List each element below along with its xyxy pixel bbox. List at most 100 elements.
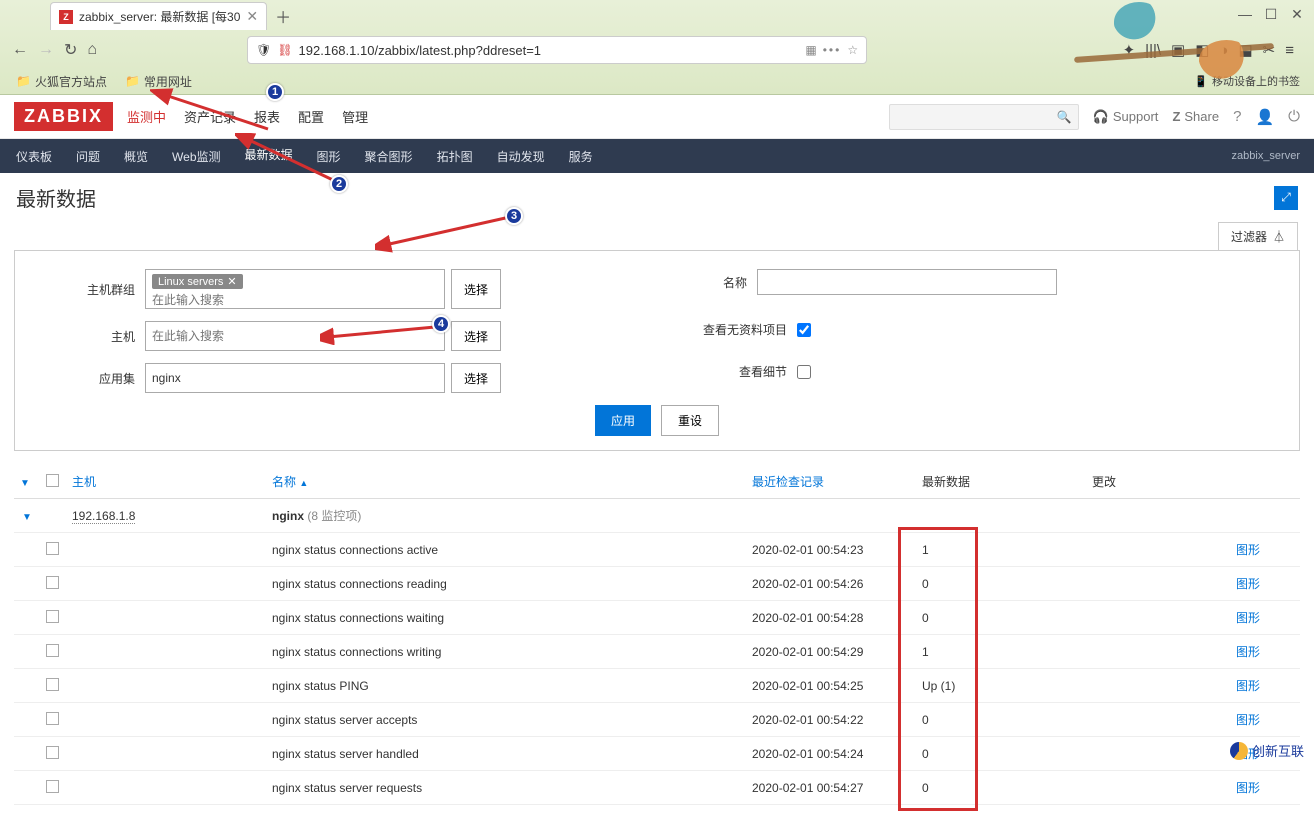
last-check: 2020-02-01 00:54:28 <box>746 601 916 635</box>
row-checkbox[interactable] <box>46 678 59 691</box>
select-all-checkbox[interactable] <box>46 474 59 487</box>
application-input[interactable] <box>145 363 445 393</box>
hosts-select-button[interactable]: 选择 <box>451 321 501 351</box>
bookmark-label: 火狐官方站点 <box>35 73 107 90</box>
nav-monitoring[interactable]: 监测中 <box>127 95 166 138</box>
home-button[interactable]: ⌂ <box>87 41 97 59</box>
subnav-problems[interactable]: 问题 <box>74 138 102 175</box>
item-name: nginx status connections waiting <box>266 601 746 635</box>
table-row: nginx status connections writing2020-02-… <box>14 635 1300 669</box>
search-icon: 🔍 <box>1057 110 1072 124</box>
graph-link[interactable]: 图形 <box>1236 543 1260 557</box>
th-last-check[interactable]: 最近检查记录 <box>752 475 824 489</box>
folder-icon: 📁 <box>125 74 140 88</box>
address-bar[interactable]: 🛡 ⛓ 192.168.1.10/zabbix/latest.php?ddres… <box>247 36 867 64</box>
filter-icon: ⏃ <box>1273 228 1285 245</box>
graph-link[interactable]: 图形 <box>1236 781 1260 795</box>
menu-icon[interactable]: ≡ <box>1285 42 1294 59</box>
subnav-latest[interactable]: 最新数据 <box>243 136 295 176</box>
collapse-group-icon[interactable]: ▼ <box>22 512 32 523</box>
subnav-web[interactable]: Web监测 <box>170 138 222 175</box>
subnav-dashboard[interactable]: 仪表板 <box>14 138 54 175</box>
collapse-all-icon[interactable]: ▼ <box>20 478 30 489</box>
row-checkbox[interactable] <box>46 610 59 623</box>
annotation-badge-4: 4 <box>432 315 450 333</box>
hostgroups-input[interactable]: Linux servers ✕ <box>145 269 445 309</box>
row-checkbox[interactable] <box>46 576 59 589</box>
subnav-discovery[interactable]: 自动发现 <box>495 138 547 175</box>
browser-tab[interactable]: Z zabbix_server: 最新数据 [每30 ✕ <box>50 2 267 30</box>
subnav-overview[interactable]: 概览 <box>122 138 150 175</box>
row-checkbox[interactable] <box>46 780 59 793</box>
show-details-label: 查看细节 <box>657 363 787 380</box>
back-button[interactable]: ← <box>12 41 28 59</box>
top-nav: 监测中 资产记录 报表 配置 管理 <box>127 95 368 138</box>
hostgroups-select-button[interactable]: 选择 <box>451 269 501 309</box>
table-row: nginx status connections waiting2020-02-… <box>14 601 1300 635</box>
graph-link[interactable]: 图形 <box>1236 679 1260 693</box>
support-link[interactable]: 🎧 Support <box>1093 109 1159 125</box>
share-link[interactable]: Z Share <box>1172 109 1219 124</box>
row-checkbox[interactable] <box>46 746 59 759</box>
host-link[interactable]: 192.168.1.8 <box>72 509 135 524</box>
graph-link[interactable]: 图形 <box>1236 645 1260 659</box>
global-search[interactable]: 🔍 <box>889 104 1079 130</box>
subnav-screens[interactable]: 聚合图形 <box>363 138 415 175</box>
nav-configuration[interactable]: 配置 <box>298 95 324 138</box>
graph-link[interactable]: 图形 <box>1236 611 1260 625</box>
logout-icon[interactable]: ⏻ <box>1288 108 1300 125</box>
nav-inventory[interactable]: 资产记录 <box>184 95 236 138</box>
subnav-maps[interactable]: 拓扑图 <box>435 138 475 175</box>
browser-chrome: — ☐ ✕ Z zabbix_server: 最新数据 [每30 ✕ ＋ ← →… <box>0 0 1314 95</box>
bookmark-star-icon[interactable]: ☆ <box>847 43 858 57</box>
close-window-button[interactable]: ✕ <box>1288 6 1306 23</box>
shield-icon[interactable]: 🛡 <box>256 43 271 57</box>
th-name[interactable]: 名称 <box>272 475 296 489</box>
show-without-data-label: 查看无资料项目 <box>657 321 787 338</box>
nav-reports[interactable]: 报表 <box>254 95 280 138</box>
th-host[interactable]: 主机 <box>72 475 96 489</box>
zabbix-logo[interactable]: ZABBIX <box>14 102 113 131</box>
table-row: nginx status server handled2020-02-01 00… <box>14 737 1300 771</box>
user-icon[interactable]: 👤 <box>1255 108 1274 126</box>
hosts-input[interactable] <box>145 321 445 351</box>
reload-button[interactable]: ↻ <box>64 40 77 60</box>
nav-administration[interactable]: 管理 <box>342 95 368 138</box>
new-tab-button[interactable]: ＋ <box>275 4 291 28</box>
bookmark-firefox-official[interactable]: 📁 火狐官方站点 <box>16 73 107 90</box>
more-icon[interactable]: ••• <box>823 43 842 57</box>
remove-tag-icon[interactable]: ✕ <box>227 275 236 288</box>
folder-icon: 📁 <box>16 74 31 88</box>
row-checkbox[interactable] <box>46 644 59 657</box>
subnav-services[interactable]: 服务 <box>567 138 595 175</box>
name-input[interactable] <box>757 269 1057 295</box>
graph-link[interactable]: 图形 <box>1236 713 1260 727</box>
row-checkbox[interactable] <box>46 542 59 555</box>
last-data: Up (1) <box>916 669 1086 703</box>
bookmark-common-sites[interactable]: 📁 常用网址 <box>125 73 192 90</box>
last-data: 0 <box>916 737 1086 771</box>
forward-button[interactable]: → <box>38 41 54 59</box>
hostgroups-search-field[interactable] <box>152 293 438 307</box>
reader-icon[interactable]: ▦ <box>805 43 816 57</box>
filter-tab[interactable]: 过滤器 ⏃ <box>1218 222 1298 250</box>
hostgroup-tag[interactable]: Linux servers ✕ <box>152 274 243 289</box>
hosts-label: 主机 <box>45 328 135 345</box>
last-check: 2020-02-01 00:54:29 <box>746 635 916 669</box>
fullscreen-button[interactable]: ⤢ <box>1274 186 1298 210</box>
application-field[interactable] <box>152 371 438 385</box>
row-checkbox[interactable] <box>46 712 59 725</box>
show-details-checkbox[interactable] <box>797 365 811 379</box>
hosts-search-field[interactable] <box>152 329 438 343</box>
last-data: 1 <box>916 533 1086 567</box>
subnav-graphs[interactable]: 图形 <box>315 138 343 175</box>
server-label: zabbix_server <box>1232 150 1300 162</box>
close-tab-icon[interactable]: ✕ <box>246 8 258 25</box>
table-row: nginx status server requests2020-02-01 0… <box>14 771 1300 805</box>
apply-button[interactable]: 应用 <box>595 405 651 436</box>
application-select-button[interactable]: 选择 <box>451 363 501 393</box>
reset-button[interactable]: 重设 <box>661 405 719 436</box>
help-icon[interactable]: ? <box>1233 108 1241 125</box>
graph-link[interactable]: 图形 <box>1236 577 1260 591</box>
show-without-data-checkbox[interactable] <box>797 323 811 337</box>
